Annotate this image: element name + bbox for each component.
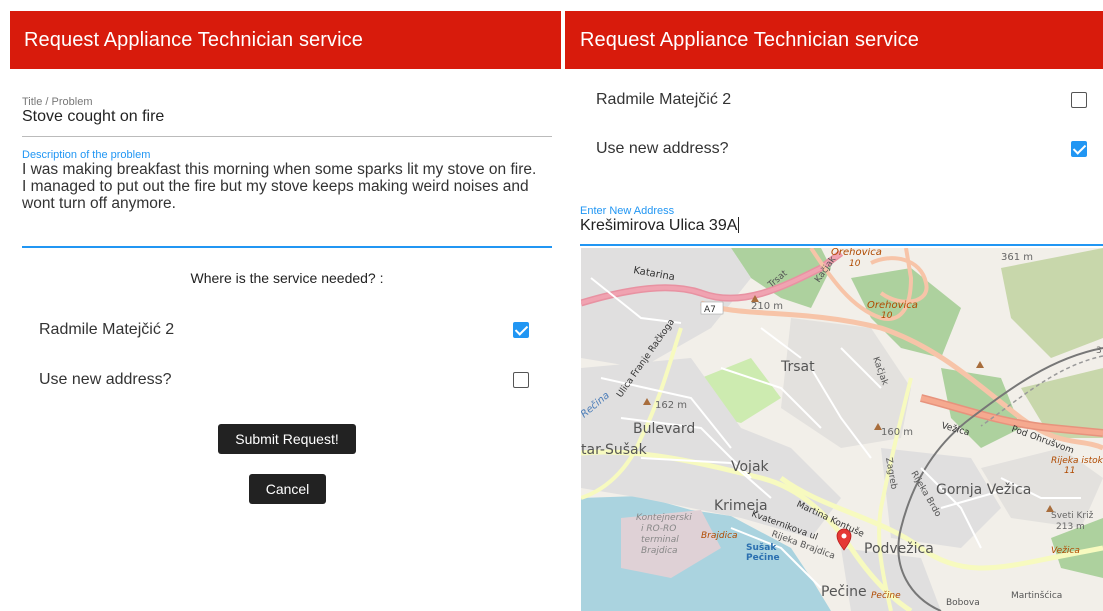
description-field-label: Description of the problem bbox=[22, 149, 151, 161]
map-label-vojak: Vojak bbox=[731, 459, 770, 475]
new-address-field-underline bbox=[580, 244, 1103, 246]
option-saved-address-checkbox[interactable] bbox=[513, 322, 529, 338]
map-label-rijeka-istok: Rijeka istok bbox=[1051, 456, 1103, 466]
option-saved-address[interactable]: Radmile Matejčić 2 bbox=[39, 319, 529, 341]
text-cursor bbox=[738, 217, 740, 233]
map-label-brajdica-terminal: Brajdica bbox=[641, 546, 678, 556]
option-saved-address-label: Radmile Matejčić 2 bbox=[39, 321, 175, 338]
map-label-orehovica: Orehovica bbox=[831, 248, 882, 258]
new-address-screen: Request Appliance Technician service Rad… bbox=[565, 0, 1103, 611]
map-label-trsat: Trsat bbox=[780, 359, 815, 375]
app-bar-title: Request Appliance Technician service bbox=[580, 28, 919, 51]
map-label-pecine-road: Pečine bbox=[871, 590, 901, 601]
map-label-ten: 10 bbox=[849, 259, 861, 269]
option-new-address-checkbox[interactable] bbox=[513, 372, 529, 388]
title-field-underline bbox=[22, 136, 552, 137]
new-address-field-value: Krešimirova Ulica 39A bbox=[580, 217, 1103, 235]
new-address-field[interactable]: Enter New Address Krešimirova Ulica 39A bbox=[580, 205, 1103, 247]
app-bar-title: Request Appliance Technician service bbox=[24, 28, 363, 51]
title-field[interactable]: Title / Problem Stove cought on fire bbox=[22, 96, 552, 138]
map-label-brajdica: Brajdica bbox=[701, 531, 738, 541]
request-form-screen: Request Appliance Technician service Tit… bbox=[0, 0, 561, 611]
description-field-underline bbox=[22, 246, 552, 248]
location-prompt: Where is the service needed? : bbox=[190, 270, 384, 286]
map-label-terminal: terminal bbox=[641, 535, 679, 545]
map-label-ten-2: 10 bbox=[881, 311, 893, 321]
map-label-podvezica: Podvežica bbox=[864, 541, 934, 557]
map-label-elev-361: 361 m bbox=[1001, 252, 1033, 263]
map-label-elev-213: 213 m bbox=[1056, 522, 1085, 532]
map-label-bulevard: Bulevard bbox=[633, 421, 695, 437]
option-new-address[interactable]: Use new address? bbox=[596, 138, 1087, 160]
map-label-kontejnerski: Kontejnerski bbox=[636, 513, 692, 523]
map-label-pecine: Pečine bbox=[821, 584, 867, 600]
map-label-pecine-station: Pečine bbox=[746, 552, 780, 563]
option-new-address[interactable]: Use new address? bbox=[39, 369, 529, 391]
map-label-susak: Sušak bbox=[746, 542, 777, 553]
option-new-address-label: Use new address? bbox=[39, 371, 172, 388]
description-field-value: I was making breakfast this morning when… bbox=[22, 161, 537, 212]
map-label-eleven: 11 bbox=[1064, 466, 1075, 476]
map-label-three: 3 bbox=[1096, 346, 1102, 356]
title-field-value: Stove cought on fire bbox=[22, 108, 165, 125]
map-view[interactable]: Orehovica 10 361 m Katarina A7 Trsat Kač… bbox=[581, 248, 1103, 611]
option-new-address-checkbox[interactable] bbox=[1071, 141, 1087, 157]
map-label-vezica-2: Vežica bbox=[1051, 546, 1080, 556]
option-new-address-label: Use new address? bbox=[596, 140, 729, 157]
map-label-sveti-kriz: Sveti Križ bbox=[1051, 511, 1094, 521]
option-saved-address-checkbox[interactable] bbox=[1071, 92, 1087, 108]
map-label-i-ro-ro: i RO-RO bbox=[641, 524, 676, 534]
map-label-gornja-vezica: Gornja Vežica bbox=[936, 482, 1031, 498]
new-address-text: Krešimirova Ulica 39A bbox=[580, 217, 738, 234]
description-field[interactable]: Description of the problem I was making … bbox=[22, 149, 552, 249]
map-label-star-susak: tar-Sušak bbox=[581, 442, 648, 458]
map-label-bobova: Bobova bbox=[946, 598, 980, 608]
map-label-a7: A7 bbox=[704, 305, 716, 315]
app-bar: Request Appliance Technician service bbox=[10, 11, 561, 69]
map-label-elev-160: 160 m bbox=[881, 427, 913, 438]
map-label-elev-210: 210 m bbox=[751, 301, 783, 312]
map-label-martinscica: Martinšćica bbox=[1011, 590, 1062, 601]
option-saved-address-label: Radmile Matejčić 2 bbox=[596, 91, 732, 108]
app-bar: Request Appliance Technician service bbox=[565, 11, 1103, 69]
map-label-orehovica-2: Orehovica bbox=[867, 300, 918, 311]
submit-request-button[interactable]: Submit Request! bbox=[218, 424, 356, 454]
map-label-elev-162: 162 m bbox=[655, 400, 687, 411]
map-forest bbox=[1001, 248, 1103, 358]
title-field-label: Title / Problem bbox=[22, 96, 93, 108]
option-saved-address[interactable]: Radmile Matejčić 2 bbox=[596, 89, 1087, 111]
new-address-field-label: Enter New Address bbox=[580, 205, 675, 217]
cancel-button[interactable]: Cancel bbox=[249, 474, 326, 504]
